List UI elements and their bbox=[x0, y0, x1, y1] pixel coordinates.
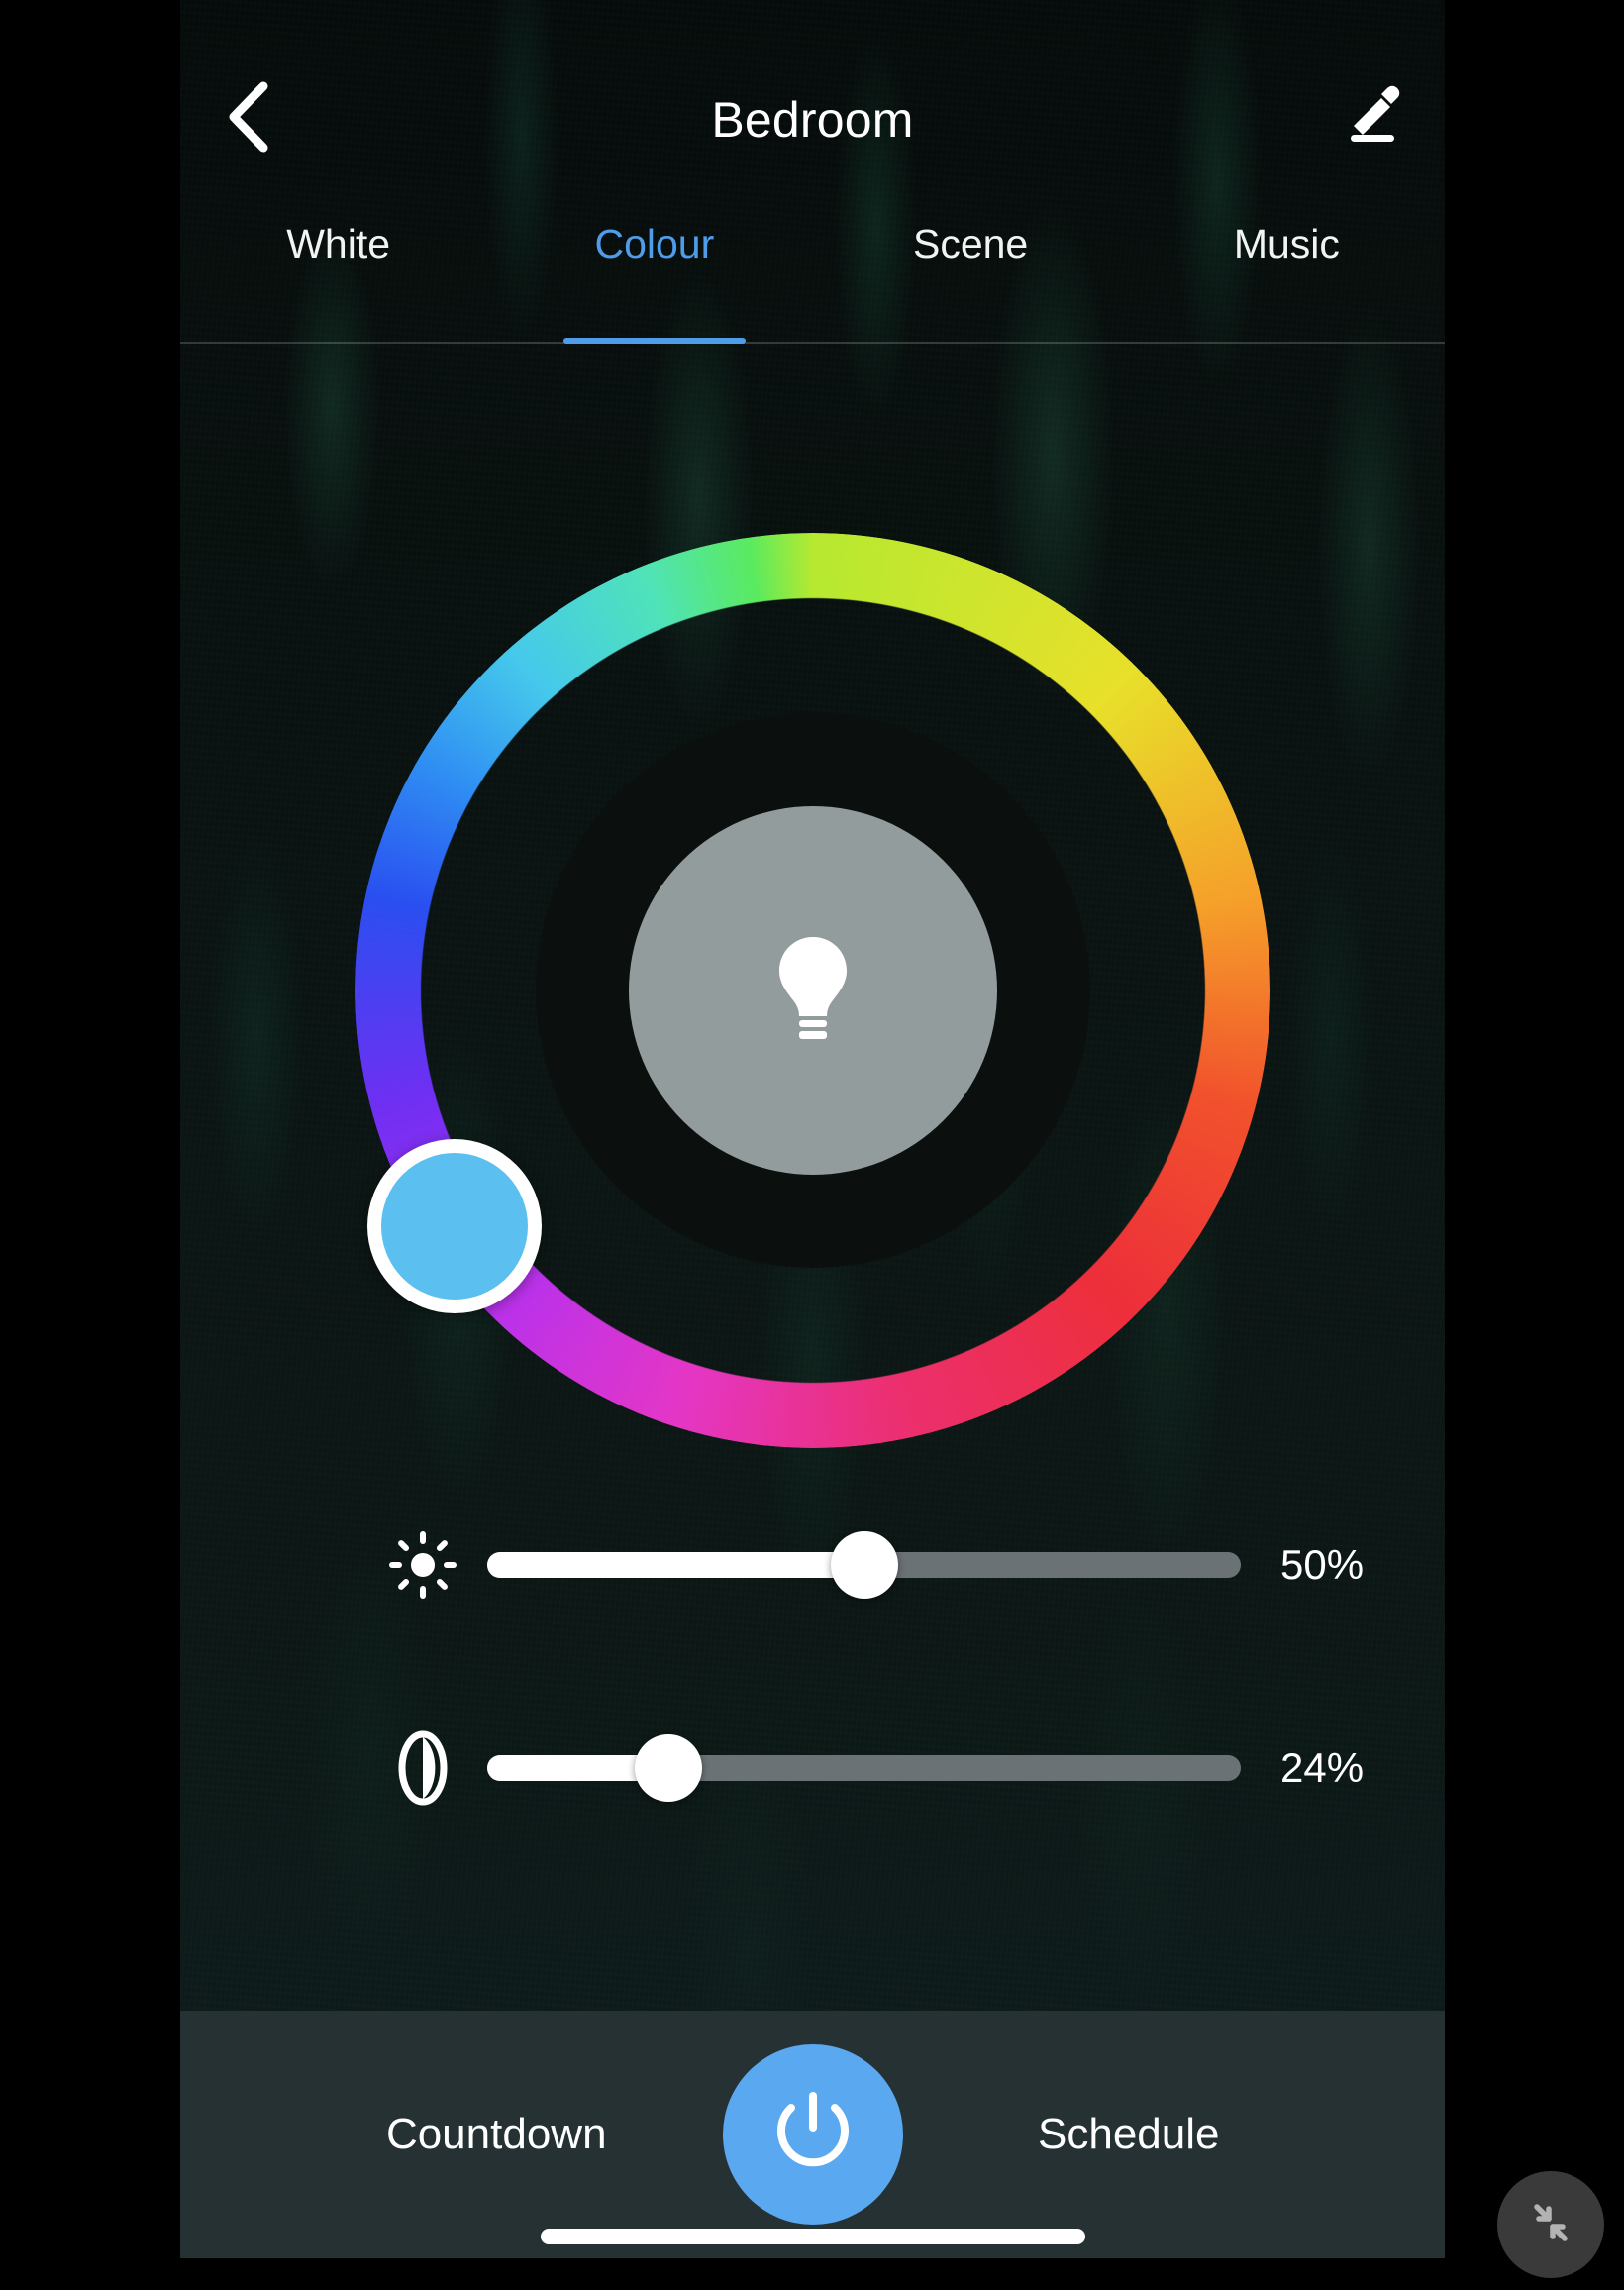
mode-tabs: White Colour Scene Music bbox=[180, 203, 1445, 344]
saturation-slider-row: 24% bbox=[180, 1718, 1445, 1818]
contrast-half-circle-icon bbox=[358, 1718, 487, 1818]
bottom-action-bar: Countdown Schedule bbox=[180, 2011, 1445, 2258]
pencil-edit-icon bbox=[1342, 84, 1403, 151]
tab-white-label: White bbox=[286, 221, 391, 266]
app-header: Bedroom bbox=[180, 0, 1445, 193]
saturation-thumb[interactable] bbox=[634, 1734, 702, 1802]
power-icon bbox=[766, 2086, 860, 2184]
light-bulb-icon bbox=[771, 933, 855, 1049]
collapse-arrows-icon bbox=[1522, 2194, 1579, 2256]
colour-wheel[interactable] bbox=[355, 533, 1270, 1448]
saturation-slider[interactable] bbox=[487, 1734, 1241, 1802]
brightness-thumb[interactable] bbox=[830, 1531, 898, 1599]
tab-scene[interactable]: Scene bbox=[813, 203, 1129, 344]
home-indicator bbox=[540, 2229, 1085, 2244]
brightness-slider[interactable] bbox=[487, 1531, 1241, 1599]
saturation-value: 24% bbox=[1280, 1744, 1365, 1791]
bulb-preview-disc[interactable] bbox=[628, 806, 997, 1175]
countdown-button[interactable]: Countdown bbox=[180, 2110, 813, 2159]
brightness-sun-icon bbox=[358, 1515, 487, 1614]
tab-white[interactable]: White bbox=[180, 203, 496, 344]
tab-music-label: Music bbox=[1233, 221, 1340, 266]
tab-colour[interactable]: Colour bbox=[496, 203, 812, 344]
tab-scene-label: Scene bbox=[912, 221, 1029, 266]
brightness-fill bbox=[487, 1552, 864, 1578]
colour-selector-handle[interactable] bbox=[366, 1139, 542, 1313]
page-title: Bedroom bbox=[711, 92, 914, 148]
collapse-floating-button[interactable] bbox=[1497, 2171, 1604, 2278]
tab-music[interactable]: Music bbox=[1129, 203, 1445, 344]
phone-screen: Bedroom White Colour Scene Music 50% 24%… bbox=[180, 0, 1445, 2258]
schedule-button[interactable]: Schedule bbox=[813, 2110, 1446, 2159]
brightness-slider-row: 50% bbox=[180, 1515, 1445, 1614]
power-toggle-button[interactable] bbox=[722, 2044, 903, 2225]
edit-button[interactable] bbox=[1330, 74, 1415, 159]
tab-colour-label: Colour bbox=[594, 221, 715, 266]
brightness-value: 50% bbox=[1280, 1541, 1365, 1588]
